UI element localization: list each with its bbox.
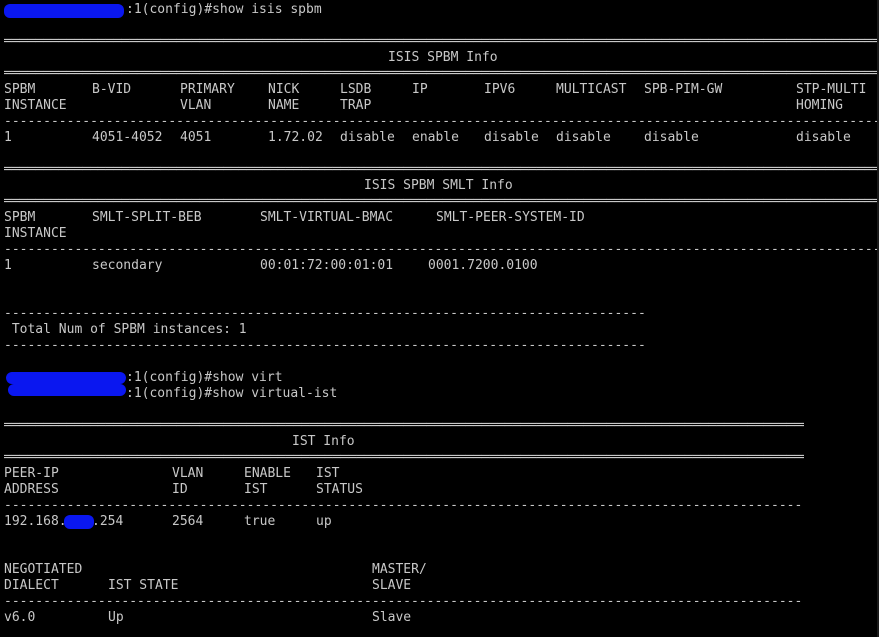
double-rule: ════════════════════════════════════════…: [4, 162, 879, 177]
col-header: B-VID: [92, 82, 132, 97]
col-header: ADDRESS: [4, 482, 59, 497]
table-cell: up: [316, 514, 332, 529]
table-cell: disable: [644, 130, 699, 145]
table-cell: 4051: [180, 130, 212, 145]
table-cell: disable: [340, 130, 395, 145]
table-cell: Slave: [372, 610, 412, 625]
col-header: PEER-IP: [4, 466, 59, 481]
table-cell: secondary: [92, 258, 163, 273]
table-cell: disable: [556, 130, 611, 145]
table-cell: Up: [108, 610, 124, 625]
col-header: PRIMARY: [180, 82, 235, 97]
table-cell: 4051-4052: [92, 130, 163, 145]
dashed-rule: ----------------------------------------…: [4, 306, 644, 321]
table-cell: .254: [92, 514, 124, 529]
table-cell: 192.168.: [4, 514, 67, 529]
command-line-1: :1(config)#show isis spbm: [126, 2, 322, 17]
redaction-mark-1: [4, 4, 124, 18]
double-rule: ════════════════════════════════════════…: [4, 34, 879, 49]
dashed-rule: ----------------------------------------…: [4, 114, 879, 129]
terminal-window[interactable]: :1(config)#show isis spbm ══════════════…: [0, 0, 879, 637]
col-header: VLAN: [180, 98, 212, 113]
col-header: SPBM: [4, 82, 36, 97]
command-line-2: :1(config)#show virt: [126, 370, 283, 385]
table-cell: v6.0: [4, 610, 36, 625]
double-rule: ════════════════════════════════════════…: [4, 450, 804, 465]
col-header: HOMING: [796, 98, 843, 113]
dashed-rule: ----------------------------------------…: [4, 498, 804, 513]
redaction-mark-3: [8, 384, 126, 396]
col-header: MASTER/: [372, 562, 427, 577]
table-cell: true: [244, 514, 276, 529]
table-cell: disable: [484, 130, 539, 145]
dashed-rule: ----------------------------------------…: [4, 338, 644, 353]
section-title-spbm: ISIS SPBM Info: [388, 50, 498, 65]
col-header: SPB-PIM-GW: [644, 82, 723, 97]
col-header: INSTANCE: [4, 226, 67, 241]
col-header: SMLT-PEER-SYSTEM-ID: [436, 210, 585, 225]
table-cell: 1.72.02: [268, 130, 323, 145]
col-header: IST: [316, 466, 340, 481]
double-rule: ════════════════════════════════════════…: [4, 66, 879, 81]
table-cell: disable: [796, 130, 851, 145]
col-header: IST: [244, 482, 268, 497]
table-cell: 00:01:72:00:01:01: [260, 258, 394, 273]
col-header: LSDB: [340, 82, 372, 97]
col-header: INSTANCE: [4, 98, 67, 113]
col-header: IPV6: [484, 82, 516, 97]
dashed-rule: ----------------------------------------…: [4, 242, 879, 257]
col-header: IST STATE: [108, 578, 179, 593]
col-header: IP: [412, 82, 428, 97]
col-header: NICK: [268, 82, 300, 97]
col-header: SMLT-SPLIT-BEB: [92, 210, 202, 225]
col-header: MULTICAST: [556, 82, 627, 97]
col-header: SMLT-VIRTUAL-BMAC: [260, 210, 394, 225]
section-title-smlt: ISIS SPBM SMLT Info: [364, 178, 513, 193]
col-header: TRAP: [340, 98, 372, 113]
table-cell: enable: [412, 130, 459, 145]
double-rule: ════════════════════════════════════════…: [4, 418, 804, 433]
command-line-3: :1(config)#show virtual-ist: [126, 386, 338, 401]
table-cell: 1: [4, 258, 12, 273]
total-line: Total Num of SPBM instances: 1: [4, 322, 247, 337]
col-header: NAME: [268, 98, 300, 113]
table-cell: 1: [4, 130, 12, 145]
double-rule: ════════════════════════════════════════…: [4, 194, 879, 209]
section-title-ist: IST Info: [292, 434, 355, 449]
col-header: ID: [172, 482, 188, 497]
col-header: SLAVE: [372, 578, 412, 593]
dashed-rule: ----------------------------------------…: [4, 594, 804, 609]
col-header: VLAN: [172, 466, 204, 481]
redaction-mark-2: [6, 372, 126, 384]
col-header: DIALECT: [4, 578, 59, 593]
col-header: STP-MULTI: [796, 82, 867, 97]
col-header: STATUS: [316, 482, 363, 497]
redaction-mark-4: [64, 515, 94, 529]
col-header: ENABLE: [244, 466, 291, 481]
col-header: SPBM: [4, 210, 36, 225]
table-cell: 0001.7200.0100: [428, 258, 538, 273]
table-cell: 2564: [172, 514, 204, 529]
col-header: NEGOTIATED: [4, 562, 83, 577]
